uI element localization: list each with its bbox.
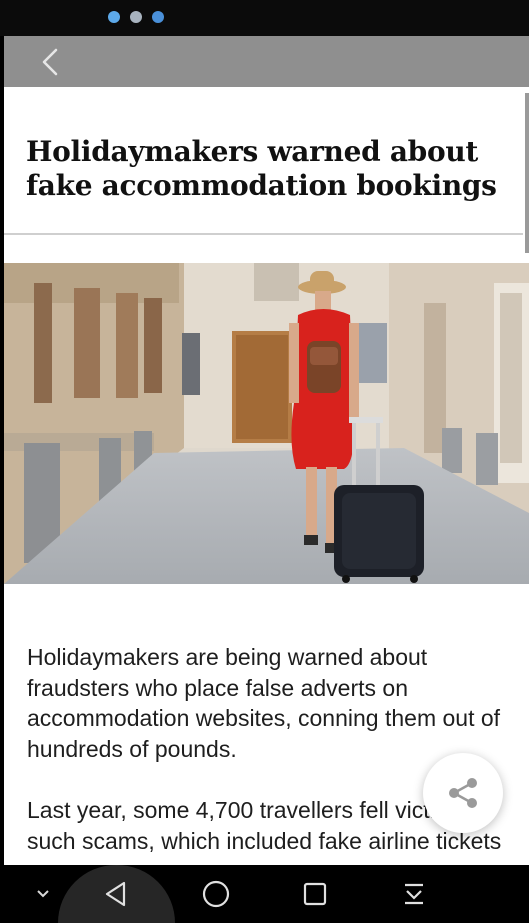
nav-home-button[interactable] — [186, 865, 246, 923]
hero-photo-illustration — [4, 263, 529, 584]
circle-badge-icon — [152, 11, 164, 23]
nav-back-button[interactable] — [86, 865, 146, 923]
share-button[interactable] — [423, 753, 503, 833]
nav-recents-button[interactable] — [285, 865, 345, 923]
back-button[interactable] — [34, 46, 66, 78]
article-title: Holidaymakers warned about fake accommod… — [26, 135, 497, 202]
hero-photo — [4, 263, 529, 584]
back-triangle-icon — [105, 881, 126, 907]
article-paragraph-1: Holidaymakers are being warned about fra… — [27, 644, 501, 762]
share-icon — [449, 778, 477, 808]
chevron-down-icon — [37, 890, 49, 898]
article-content[interactable]: Holidaymakers warned about fake accommod… — [4, 87, 529, 865]
navigation-bar — [0, 865, 529, 923]
recents-square-icon — [303, 882, 327, 906]
title-card: Holidaymakers warned about fake accommod… — [4, 87, 523, 235]
scroll-indicator — [525, 93, 529, 253]
nav-notifications-button[interactable] — [384, 865, 444, 923]
circle-blue-icon — [108, 11, 120, 23]
app-bar — [4, 36, 529, 87]
notifications-pull-icon — [405, 883, 423, 905]
circle-gray-icon — [130, 11, 142, 23]
status-bar — [0, 0, 529, 36]
nav-expand-button[interactable] — [22, 865, 64, 923]
chevron-left-icon — [42, 48, 58, 76]
status-bar-left — [8, 11, 164, 23]
home-circle-icon — [202, 880, 230, 908]
